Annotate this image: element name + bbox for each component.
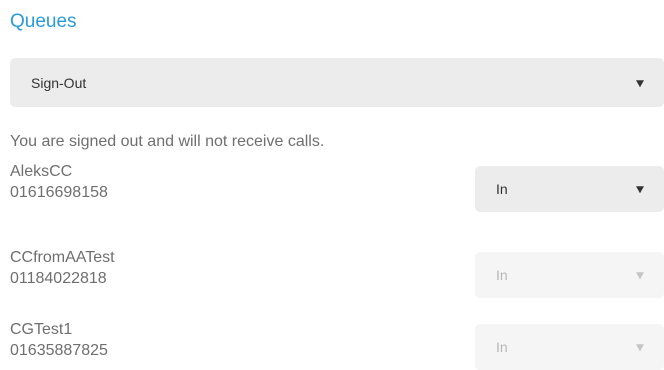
chevron-down-icon [636, 272, 644, 280]
queue-status-select[interactable]: In [475, 166, 664, 212]
page-title: Queues [10, 11, 77, 32]
status-select-value: Sign-Out [31, 74, 87, 91]
queue-row: CCfromAATest 01184022818 In [10, 248, 664, 298]
queue-status-select: In [475, 252, 664, 298]
queue-status-value: In [496, 267, 508, 283]
queue-status-select: In [475, 324, 664, 370]
chevron-down-icon [636, 79, 644, 87]
chevron-down-icon [636, 186, 644, 194]
queue-status-value: In [496, 181, 508, 197]
status-select[interactable]: Sign-Out [10, 58, 664, 107]
queue-number: 01616698158 [10, 184, 108, 201]
queue-name: AleksCC [10, 163, 73, 180]
queue-number: 01635887825 [10, 342, 108, 359]
queue-name: CGTest1 [10, 321, 73, 338]
queue-status-value: In [496, 339, 508, 355]
queue-number: 01184022818 [10, 270, 107, 287]
queue-name: CCfromAATest [10, 249, 115, 266]
chevron-down-icon [636, 344, 644, 352]
status-message: You are signed out and will not receive … [10, 133, 325, 150]
queue-row: AleksCC 01616698158 In [10, 162, 664, 212]
